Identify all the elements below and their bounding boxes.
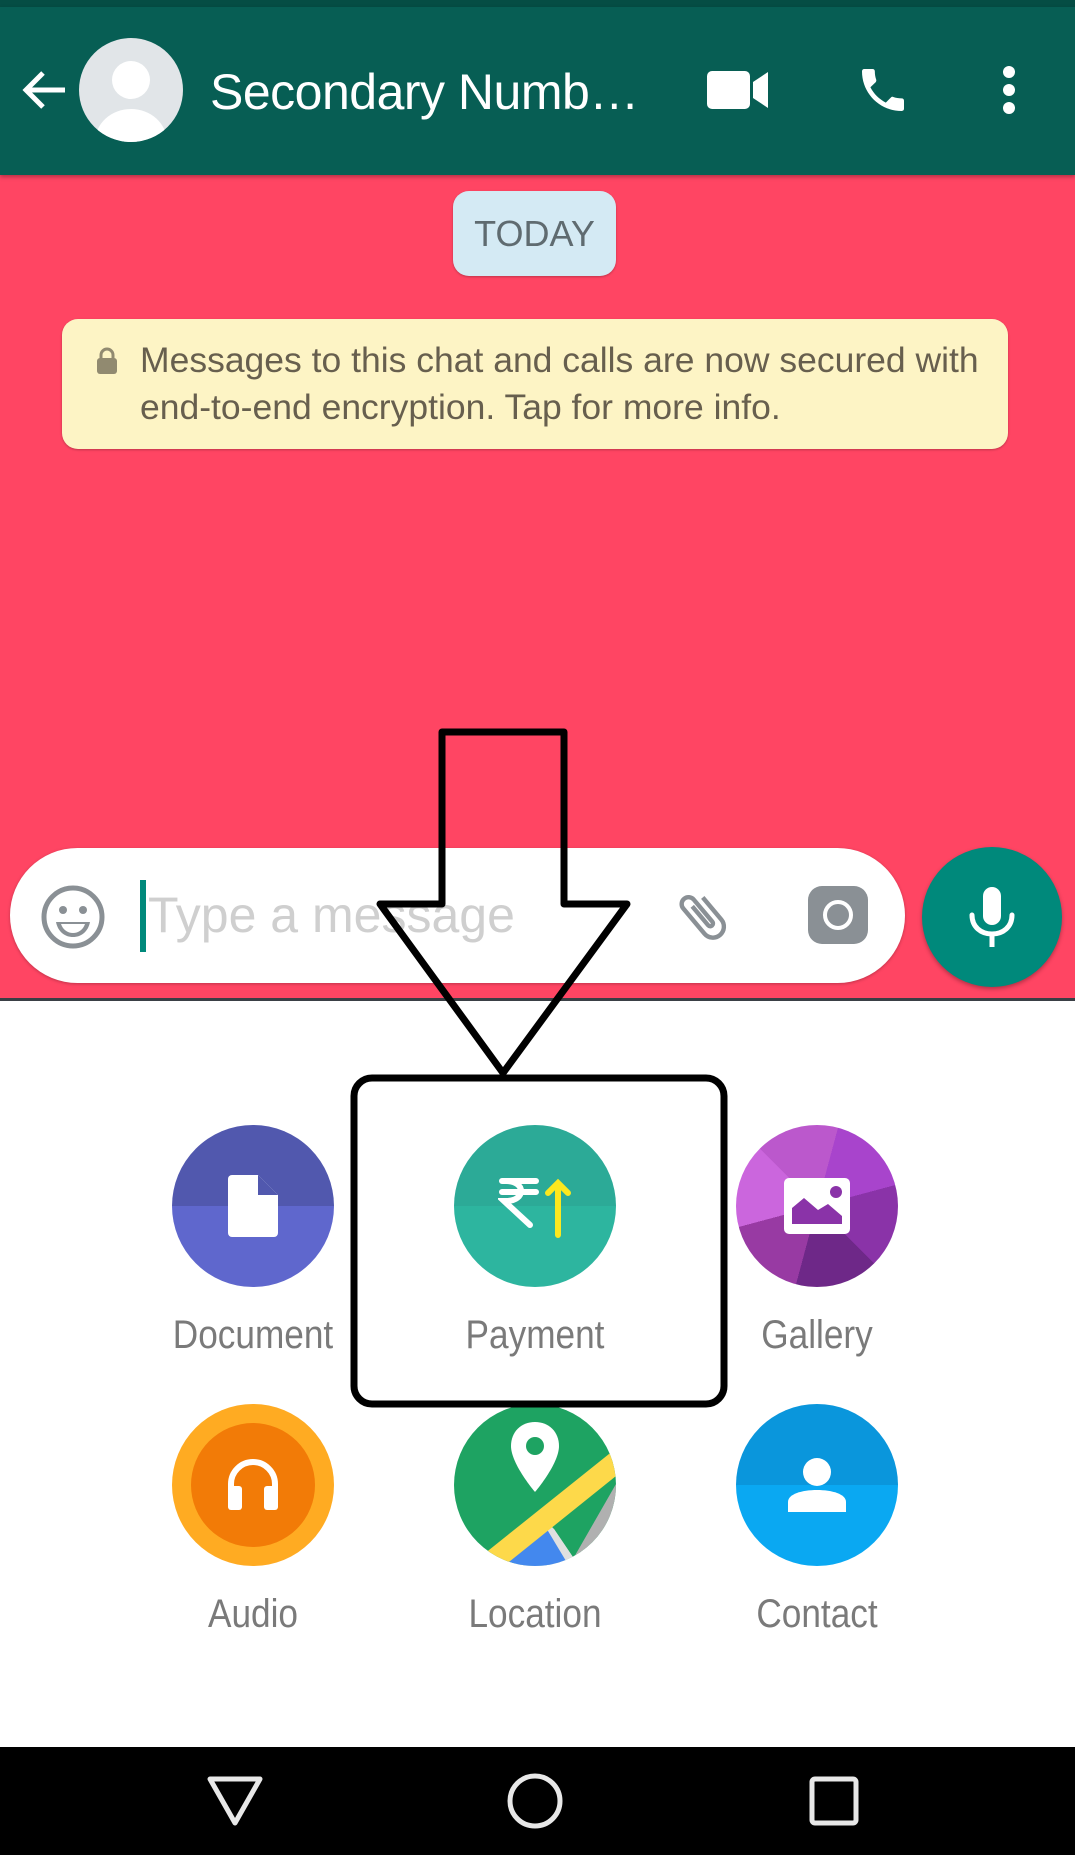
attach-label: Contact xyxy=(756,1592,878,1636)
encryption-notice-text: Messages to this chat and calls are now … xyxy=(140,340,979,427)
camera-button[interactable] xyxy=(808,886,868,944)
rupee-upload-icon xyxy=(498,1178,571,1238)
attach-label: Audio xyxy=(207,1592,299,1636)
payment-circle xyxy=(454,1125,616,1287)
phone-icon xyxy=(862,69,904,111)
message-input[interactable]: Type a message xyxy=(148,886,515,944)
attach-label: Payment xyxy=(465,1313,605,1357)
lock-icon xyxy=(97,347,117,374)
attach-label: Document xyxy=(172,1313,334,1357)
audio-circle xyxy=(172,1404,334,1566)
status-bar xyxy=(0,0,1075,7)
attach-document[interactable]: Document xyxy=(172,1125,334,1357)
circle-home-icon xyxy=(507,1773,563,1829)
camera-icon xyxy=(823,900,853,930)
avatar[interactable] xyxy=(79,38,183,142)
person-icon xyxy=(788,1458,846,1512)
system-nav-bar xyxy=(0,1747,1075,1855)
attach-label: Location xyxy=(468,1592,602,1636)
attach-location[interactable]: Location xyxy=(454,1404,616,1636)
arrow-left-icon xyxy=(22,71,65,109)
date-chip: TODAY xyxy=(453,191,616,276)
attach-payment[interactable]: Payment xyxy=(454,1125,616,1357)
nav-recents-button[interactable] xyxy=(784,1747,884,1855)
panel-divider xyxy=(0,998,1075,1001)
nav-back-button[interactable] xyxy=(185,1747,285,1855)
triangle-back-icon xyxy=(207,1776,263,1826)
encryption-notice[interactable]: Messages to this chat and calls are now … xyxy=(62,319,1008,449)
back-button[interactable] xyxy=(14,60,74,120)
attach-label: Gallery xyxy=(761,1313,873,1357)
more-vertical-icon xyxy=(1003,66,1015,114)
video-call-button[interactable] xyxy=(703,60,773,120)
image-icon xyxy=(784,1178,850,1234)
microphone-icon xyxy=(969,887,1015,947)
location-circle xyxy=(454,1404,616,1566)
attach-contact[interactable]: Contact xyxy=(736,1404,898,1636)
square-recents-icon xyxy=(809,1776,859,1826)
voice-call-button[interactable] xyxy=(848,60,918,120)
default-avatar-icon xyxy=(95,61,167,142)
contact-circle xyxy=(736,1404,898,1566)
chat-header: Secondary Numb… xyxy=(0,7,1075,175)
more-options-button[interactable] xyxy=(989,60,1029,120)
attach-gallery[interactable]: Gallery xyxy=(736,1125,898,1357)
contact-name[interactable]: Secondary Numb… xyxy=(210,63,639,121)
document-icon xyxy=(228,1175,278,1237)
voice-message-button[interactable] xyxy=(922,847,1062,987)
emoji-icon[interactable] xyxy=(40,884,106,950)
attach-audio[interactable]: Audio xyxy=(172,1404,334,1636)
gallery-circle xyxy=(736,1125,898,1287)
headphones-icon xyxy=(228,1459,278,1510)
message-composer[interactable]: Type a message xyxy=(10,848,905,983)
video-camera-icon xyxy=(707,71,768,109)
text-cursor xyxy=(140,880,146,952)
nav-home-button[interactable] xyxy=(485,1747,585,1855)
document-circle xyxy=(172,1125,334,1287)
paperclip-icon[interactable] xyxy=(670,884,736,950)
map-pin-icon xyxy=(484,1422,616,1566)
